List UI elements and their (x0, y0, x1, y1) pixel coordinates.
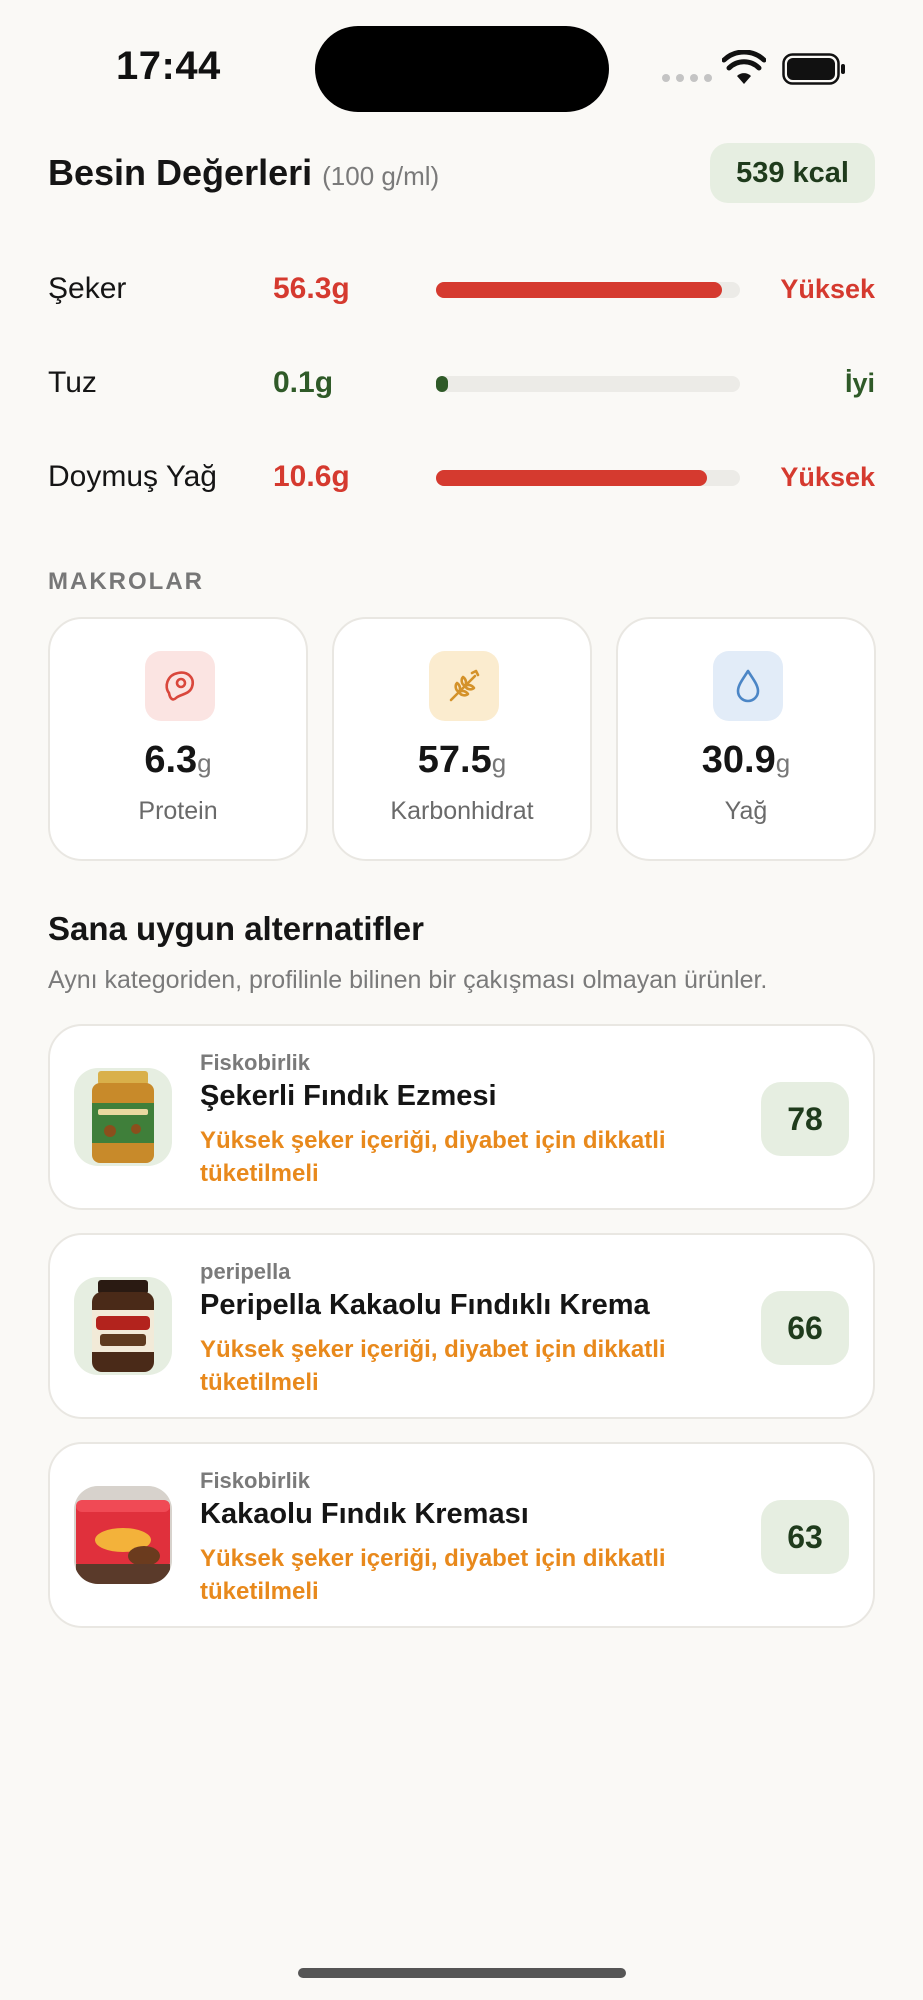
macro-value: 57.5g (417, 739, 507, 781)
alternatives-title: Sana uygun alternatifler (48, 910, 424, 947)
alternative-card[interactable]: Fiskobirlik Kakaolu Fındık Kreması Yükse… (48, 1442, 875, 1628)
nutrient-level-label: Yüksek (780, 274, 875, 304)
nutrient-name: Şeker (48, 272, 127, 305)
product-image (74, 1068, 172, 1166)
status-bar: 17:44 (0, 0, 923, 140)
macro-card-protein: 6.3g Protein (48, 617, 308, 861)
product-brand: Fiskobirlik (200, 1050, 311, 1075)
macro-card-carbohydrate: 57.5g Karbonhidrat (332, 617, 592, 861)
nutrient-value: 56.3g (273, 272, 350, 305)
page-title: Besin Değerleri (48, 152, 313, 193)
wifi-icon (722, 50, 766, 84)
product-brand: Fiskobirlik (200, 1468, 311, 1493)
drop-icon (713, 651, 783, 721)
nutrient-name: Doymuş Yağ (48, 460, 217, 493)
wheat-icon (429, 651, 499, 721)
macro-label: Protein (138, 797, 218, 825)
dynamic-island (315, 26, 609, 112)
alternatives-subtitle: Aynı kategoriden, profilinle bilinen bir… (48, 966, 768, 994)
macro-label: Karbonhidrat (390, 797, 534, 825)
product-name: Kakaolu Fındık Kreması (200, 1498, 529, 1530)
product-image (74, 1277, 172, 1375)
product-name: Peripella Kakaolu Fındıklı Krema (200, 1289, 650, 1321)
unit-note: (100 g/ml) (322, 161, 440, 191)
product-name: Şekerli Fındık Ezmesi (200, 1080, 497, 1112)
nutrient-level-label: İyi (844, 368, 875, 398)
product-score-badge: 78 (761, 1082, 849, 1156)
product-image (74, 1486, 172, 1584)
nutrition-header: Besin Değerleri (100 g/ml) 539 kcal (48, 140, 875, 206)
screen: 17:44 Besin Değerleri (100 g/ml) 539 kca… (0, 0, 923, 2000)
nutrient-value: 0.1g (273, 366, 334, 399)
status-time: 17:44 (116, 44, 221, 88)
cellular-signal-icon (662, 74, 712, 82)
nutrient-name: Tuz (48, 366, 97, 399)
home-indicator[interactable] (298, 1968, 626, 1978)
nutrient-level-fill (436, 282, 722, 298)
nutrient-value: 10.6g (273, 460, 350, 493)
product-score-badge: 63 (761, 1500, 849, 1574)
macro-card-fat: 30.9g Yağ (616, 617, 876, 861)
nutrient-level-bar (436, 470, 740, 486)
meat-icon (145, 651, 215, 721)
macro-value: 6.3g (144, 739, 212, 781)
product-score-badge: 66 (761, 1291, 849, 1365)
macro-label: Yağ (724, 797, 768, 825)
nutrient-level-bar (436, 282, 740, 298)
macros-section-label: MAKROLAR (48, 568, 204, 595)
battery-icon (782, 53, 845, 85)
nutrient-level-fill (436, 470, 707, 486)
alternative-card[interactable]: peripella Peripella Kakaolu Fındıklı Kre… (48, 1233, 875, 1419)
product-warning: Yüksek şeker içeriği, diyabet için dikka… (200, 1127, 666, 1187)
product-brand: peripella (200, 1259, 291, 1284)
calorie-badge: 539 kcal (710, 143, 875, 203)
macro-value: 30.9g (701, 739, 791, 781)
title-group: Besin Değerleri (100 g/ml) (48, 152, 439, 194)
nutrient-row-salt: Tuz 0.1g İyi (48, 358, 875, 408)
product-warning: Yüksek şeker içeriği, diyabet için dikka… (200, 1336, 666, 1396)
nutrient-level-bar (436, 376, 740, 392)
nutrient-level-fill (436, 376, 449, 392)
alternative-card[interactable]: Fiskobirlik Şekerli Fındık Ezmesi Yüksek… (48, 1024, 875, 1210)
product-warning: Yüksek şeker içeriği, diyabet için dikka… (200, 1545, 666, 1605)
nutrient-level-label: Yüksek (780, 462, 875, 492)
nutrient-row-saturated-fat: Doymuş Yağ 10.6g Yüksek (48, 452, 875, 502)
nutrient-row-sugar: Şeker 56.3g Yüksek (48, 264, 875, 314)
